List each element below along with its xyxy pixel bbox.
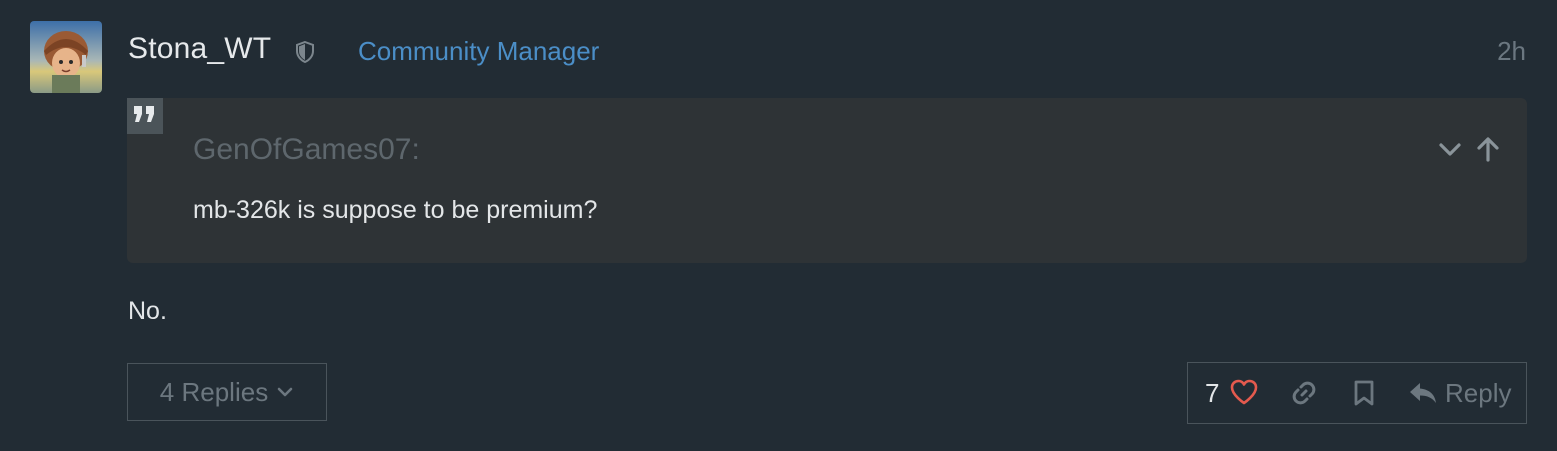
reply-button[interactable]: Reply [1445, 378, 1511, 409]
post-actions: 7 Reply [1187, 362, 1527, 424]
quote-icon [127, 98, 163, 134]
user-title: Community Manager [358, 36, 600, 66]
chevron-down-icon[interactable] [1437, 136, 1463, 162]
replies-label: 4 Replies [159, 376, 269, 407]
quote-text: mb-326k is suppose to be premium? [193, 196, 598, 224]
chevron-down-icon [276, 377, 294, 408]
heart-icon[interactable] [1230, 379, 1258, 405]
quote-block: GenOfGames07: mb-326k is suppose to be p… [127, 98, 1527, 263]
post-body: No. [128, 297, 167, 325]
bookmark-icon[interactable] [1352, 379, 1376, 407]
like-count: 7 [1205, 378, 1220, 408]
avatar[interactable] [30, 21, 102, 93]
quote-author: GenOfGames07: [193, 133, 420, 166]
link-icon[interactable] [1290, 379, 1318, 407]
forum-post: Stona_WT Community Manager 2h GenOfGames… [0, 0, 1557, 451]
replies-button[interactable]: 4 Replies [127, 363, 327, 421]
arrow-up-icon[interactable] [1475, 136, 1501, 162]
reply-icon[interactable] [1408, 380, 1438, 406]
quote-controls [1437, 136, 1501, 162]
shield-icon [295, 40, 315, 64]
post-date[interactable]: 2h [1497, 36, 1526, 67]
username[interactable]: Stona_WT [128, 32, 271, 66]
